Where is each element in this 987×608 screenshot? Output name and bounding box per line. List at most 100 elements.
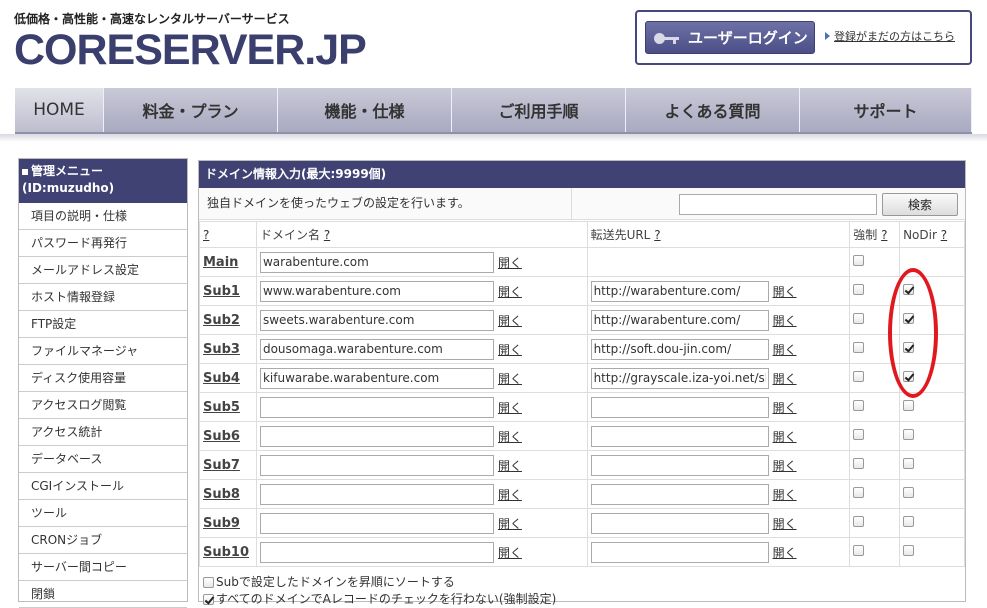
forward-url-input[interactable]	[590, 309, 769, 331]
sidebar-item[interactable]: アクセス統計	[19, 419, 187, 446]
open-link[interactable]: 開く	[498, 517, 522, 531]
forward-url-input[interactable]	[590, 280, 769, 302]
domain-input[interactable]	[259, 454, 494, 476]
domain-input[interactable]	[259, 396, 494, 418]
site-logo[interactable]: CORESERVER.JP	[14, 26, 367, 74]
domain-input[interactable]	[259, 483, 494, 505]
help-link[interactable]: ?	[654, 228, 660, 242]
sidebar-item[interactable]: FTP設定	[19, 311, 187, 338]
open-link[interactable]: 開く	[773, 546, 797, 560]
help-link[interactable]: ?	[941, 228, 947, 242]
row-label-link[interactable]: Sub10	[203, 545, 249, 560]
open-link[interactable]: 開く	[773, 314, 797, 328]
forward-url-input[interactable]	[590, 541, 769, 563]
register-link[interactable]: 登録がまだの方はこちら	[825, 28, 955, 44]
force-checkbox[interactable]	[853, 400, 865, 411]
open-link[interactable]: 開く	[498, 401, 522, 415]
search-button[interactable]: 検索	[882, 193, 958, 216]
open-link[interactable]: 開く	[498, 285, 522, 299]
domain-input[interactable]	[259, 309, 494, 331]
force-checkbox[interactable]	[853, 545, 865, 556]
force-checkbox[interactable]	[853, 342, 865, 353]
nav-features[interactable]: 機能・仕様	[278, 88, 452, 132]
forward-url-input[interactable]	[590, 512, 769, 534]
open-link[interactable]: 開く	[498, 546, 522, 560]
domain-input[interactable]	[259, 338, 494, 360]
sidebar-item[interactable]: CRONジョブ	[19, 527, 187, 554]
force-checkbox[interactable]	[853, 429, 865, 440]
force-checkbox[interactable]	[853, 458, 865, 469]
open-link[interactable]: 開く	[498, 459, 522, 473]
sidebar-item[interactable]: サーバー間コピー	[19, 554, 187, 581]
option-sort-domains[interactable]: Subで設定したドメインを昇順にソートする	[203, 573, 455, 590]
nodir-checkbox[interactable]	[903, 429, 915, 440]
forward-url-input[interactable]	[590, 425, 769, 447]
forward-url-input[interactable]	[590, 338, 769, 360]
help-link[interactable]: ?	[324, 228, 330, 242]
nodir-checkbox[interactable]	[903, 545, 915, 556]
nodir-checkbox[interactable]	[903, 284, 915, 295]
row-label-link[interactable]: Sub9	[203, 516, 240, 531]
help-link[interactable]: ?	[203, 228, 209, 242]
nav-usage-steps[interactable]: ご利用手順	[452, 88, 626, 132]
force-checkbox[interactable]	[853, 255, 865, 266]
sidebar-item[interactable]: 項目の説明・仕様	[19, 203, 187, 230]
row-label-link[interactable]: Sub6	[203, 429, 240, 444]
open-link[interactable]: 開く	[773, 285, 797, 299]
open-link[interactable]: 開く	[498, 314, 522, 328]
nodir-checkbox[interactable]	[903, 371, 915, 382]
nav-support[interactable]: サポート	[800, 88, 972, 132]
domain-input[interactable]	[259, 280, 494, 302]
open-link[interactable]: 開く	[773, 430, 797, 444]
row-label-link[interactable]: Sub4	[203, 371, 240, 386]
open-link[interactable]: 開く	[498, 430, 522, 444]
row-label-link[interactable]: Sub7	[203, 458, 240, 473]
domain-input[interactable]	[259, 512, 494, 534]
forward-url-input[interactable]	[590, 454, 769, 476]
row-label-link[interactable]: Main	[203, 255, 238, 270]
nav-pricing[interactable]: 料金・プラン	[104, 88, 278, 132]
nodir-checkbox[interactable]	[903, 458, 915, 469]
nodir-checkbox[interactable]	[903, 400, 915, 411]
sidebar-item[interactable]: ツール	[19, 500, 187, 527]
search-input[interactable]	[679, 194, 877, 215]
user-login-button[interactable]: ユーザーログイン	[645, 21, 815, 54]
sidebar-item[interactable]: メールアドレス設定	[19, 257, 187, 284]
open-link[interactable]: 開く	[773, 401, 797, 415]
row-label-link[interactable]: Sub2	[203, 313, 240, 328]
sidebar-item[interactable]: ファイルマネージャ	[19, 338, 187, 365]
forward-url-input[interactable]	[590, 367, 769, 389]
sidebar-item[interactable]: データベース	[19, 446, 187, 473]
sidebar-item[interactable]: ホスト情報登録	[19, 284, 187, 311]
open-link[interactable]: 開く	[498, 343, 522, 357]
sidebar-item[interactable]: 閉鎖	[19, 581, 187, 608]
help-link[interactable]: ?	[881, 228, 887, 242]
domain-input[interactable]	[259, 367, 494, 389]
open-link[interactable]: 開く	[773, 488, 797, 502]
open-link[interactable]: 開く	[773, 517, 797, 531]
forward-url-input[interactable]	[590, 396, 769, 418]
sidebar-item[interactable]: ディスク使用容量	[19, 365, 187, 392]
force-checkbox[interactable]	[853, 371, 865, 382]
row-label-link[interactable]: Sub1	[203, 284, 240, 299]
option-skip-a-record[interactable]: すべてのドメインでAレコードのチェックを行わない(強制設定)	[203, 590, 556, 607]
open-link[interactable]: 開く	[498, 256, 522, 270]
row-label-link[interactable]: Sub3	[203, 342, 240, 357]
nav-faq[interactable]: よくある質問	[626, 88, 800, 132]
domain-input[interactable]	[259, 425, 494, 447]
skip-a-record-checkbox[interactable]	[203, 594, 214, 605]
open-link[interactable]: 開く	[498, 372, 522, 386]
nodir-checkbox[interactable]	[903, 516, 915, 527]
open-link[interactable]: 開く	[498, 488, 522, 502]
nodir-checkbox[interactable]	[903, 342, 915, 353]
sidebar-item[interactable]: CGIインストール	[19, 473, 187, 500]
sort-checkbox[interactable]	[203, 577, 214, 588]
force-checkbox[interactable]	[853, 487, 865, 498]
row-label-link[interactable]: Sub5	[203, 400, 240, 415]
open-link[interactable]: 開く	[773, 459, 797, 473]
force-checkbox[interactable]	[853, 313, 865, 324]
forward-url-input[interactable]	[590, 483, 769, 505]
domain-input[interactable]	[259, 541, 494, 563]
nav-home[interactable]: HOME	[15, 88, 104, 132]
nodir-checkbox[interactable]	[903, 313, 915, 324]
